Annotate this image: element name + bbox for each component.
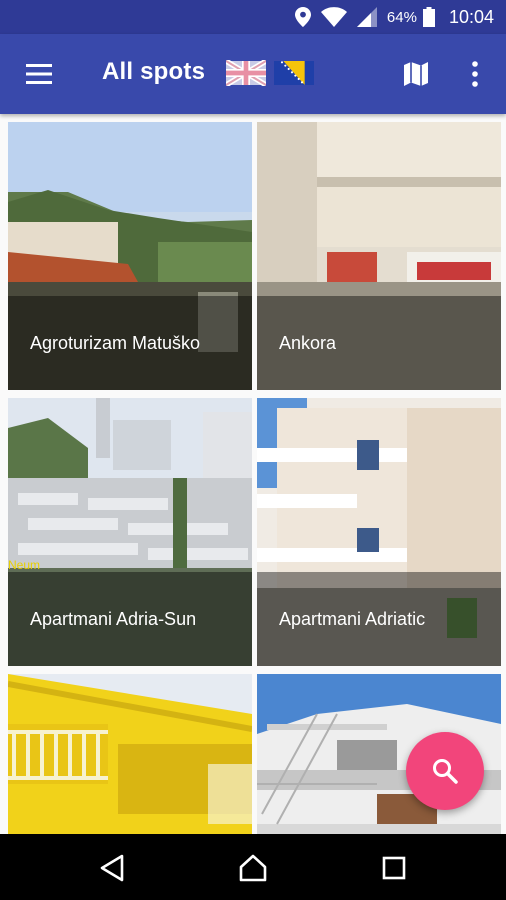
- spot-card-apartmani-adria-sun[interactable]: Neum Apartmani Adria-Sun: [8, 398, 252, 666]
- spot-name: Agroturizam Matuško: [30, 333, 201, 353]
- uk-flag-icon: [224, 58, 268, 88]
- back-icon: [100, 854, 124, 882]
- language-english-button[interactable]: [224, 58, 268, 88]
- clock: 10:04: [448, 6, 494, 27]
- spot-photo-watermark: Neum: [8, 558, 41, 572]
- wifi-icon: [320, 7, 347, 27]
- spot-photo: [8, 674, 252, 834]
- battery-level: 64%: [386, 8, 417, 26]
- bosnia-flag-icon: [274, 61, 314, 85]
- location-icon: [294, 7, 311, 27]
- menu-button[interactable]: [22, 60, 56, 88]
- map-view-button[interactable]: [402, 60, 430, 88]
- back-button[interactable]: [96, 852, 128, 884]
- spots-grid: Agroturizam Matuško Ankora Neum Apartman…: [0, 114, 506, 834]
- spot-name: Ankora: [279, 333, 337, 353]
- spot-card-agroturizam-matusko[interactable]: Agroturizam Matuško: [8, 122, 252, 390]
- spot-name: Apartmani Adriatic: [279, 609, 426, 629]
- signal-icon: [356, 7, 377, 27]
- more-vert-icon: [472, 61, 478, 87]
- map-icon: [404, 62, 428, 86]
- battery-icon: [422, 7, 435, 27]
- spot-name: Apartmani Adria-Sun: [30, 609, 197, 629]
- spot-card-5[interactable]: [8, 674, 252, 834]
- home-button[interactable]: [237, 852, 269, 884]
- recents-button[interactable]: [378, 852, 410, 884]
- page-title: All spots: [102, 58, 206, 85]
- more-options-button[interactable]: [466, 58, 484, 90]
- home-icon: [239, 854, 267, 882]
- spot-card-ankora[interactable]: Ankora: [257, 122, 501, 390]
- search-button[interactable]: [406, 732, 484, 810]
- status-bar: 64% 10:04: [0, 0, 506, 34]
- system-navigation-bar: [0, 834, 506, 900]
- recents-icon: [382, 856, 406, 880]
- language-bosnian-button[interactable]: [274, 60, 314, 86]
- search-icon: [433, 759, 458, 784]
- spot-card-apartmani-adriatic[interactable]: Apartmani Adriatic: [257, 398, 501, 666]
- menu-icon: [26, 64, 52, 84]
- app-bar: All spots: [0, 34, 506, 114]
